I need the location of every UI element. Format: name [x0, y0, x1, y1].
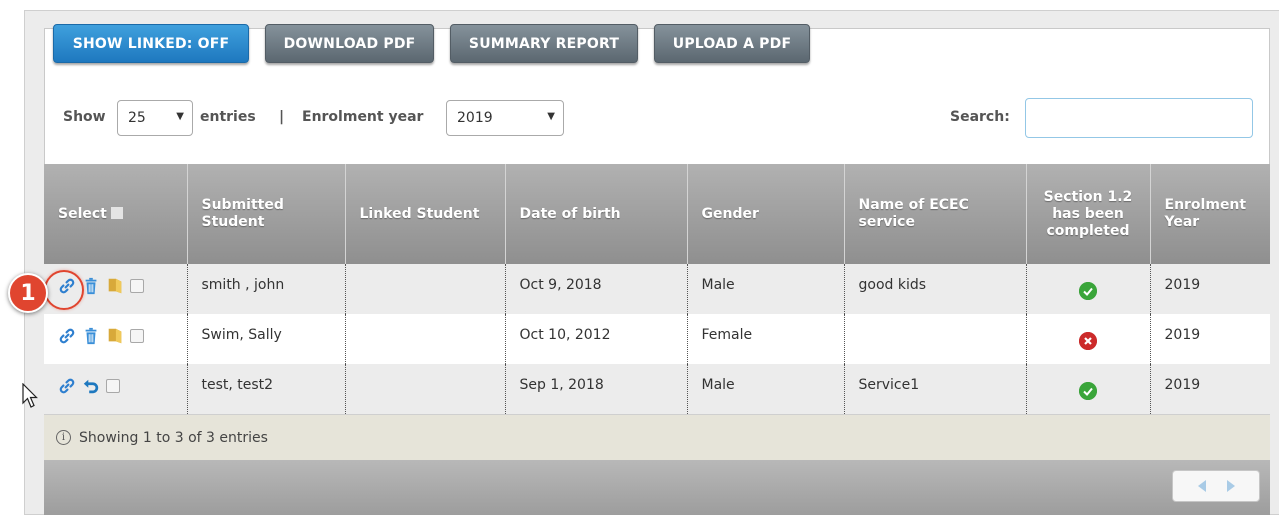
table-info-text: Showing 1 to 3 of 3 entries — [79, 429, 268, 446]
column-header-select[interactable]: Select — [44, 164, 188, 264]
select-all-checkbox[interactable] — [110, 206, 123, 219]
search-input[interactable] — [1025, 98, 1253, 138]
section-completed-cell — [1026, 314, 1151, 364]
students-table: Select Submitted Student Linked Student … — [44, 164, 1270, 414]
gender-cell: Male — [687, 264, 845, 314]
trash-icon[interactable] — [82, 327, 100, 345]
check-circle-icon — [1079, 382, 1097, 400]
column-header-submitted-student[interactable]: Submitted Student — [187, 164, 346, 264]
ecec-service-cell: good kids — [844, 264, 1027, 314]
pagination-controls — [1172, 470, 1260, 502]
select-header-label: Select — [58, 205, 107, 222]
table-row: test, test2 Sep 1, 2018 Male Service1 20… — [44, 364, 1270, 414]
row-actions — [44, 364, 188, 414]
callout-highlight-ring — [44, 270, 84, 310]
section-completed-cell — [1026, 264, 1151, 314]
undo-icon[interactable] — [82, 377, 100, 395]
link-icon[interactable] — [58, 327, 76, 345]
table-row: smith , john Oct 9, 2018 Male good kids … — [44, 264, 1270, 314]
submitted-student-cell: Swim, Sally — [187, 314, 346, 364]
folder-icon[interactable] — [106, 277, 124, 295]
entries-select-value: 25 — [128, 110, 146, 126]
download-pdf-button[interactable]: DOWNLOAD PDF — [265, 24, 434, 63]
upload-pdf-button[interactable]: UPLOAD A PDF — [654, 24, 810, 63]
table-controls: Show 25 ▼ entries | Enrolment year 2019 … — [44, 98, 1270, 138]
table-header-row: Select Submitted Student Linked Student … — [44, 164, 1270, 264]
column-header-enrolment-year[interactable]: Enrolment Year — [1150, 164, 1270, 264]
summary-report-button[interactable]: SUMMARY REPORT — [450, 24, 638, 63]
enrolment-year-cell: 2019 — [1150, 264, 1270, 314]
info-icon: i — [56, 430, 71, 445]
controls-separator: | — [279, 109, 285, 125]
enrolment-year-label: Enrolment year — [302, 109, 424, 125]
column-header-gender[interactable]: Gender — [687, 164, 845, 264]
check-circle-icon — [1079, 282, 1097, 300]
row-checkbox[interactable] — [130, 279, 144, 293]
gender-cell: Female — [687, 314, 845, 364]
linked-student-cell — [345, 364, 506, 414]
show-linked-button[interactable]: SHOW LINKED: OFF — [53, 24, 249, 63]
linked-student-cell — [345, 314, 506, 364]
ecec-service-cell: Service1 — [844, 364, 1027, 414]
prev-page-icon[interactable] — [1196, 479, 1208, 493]
row-checkbox[interactable] — [130, 329, 144, 343]
table-info: i Showing 1 to 3 of 3 entries — [44, 414, 1270, 460]
caret-down-icon: ▼ — [176, 111, 184, 122]
caret-down-icon: ▼ — [547, 111, 555, 122]
pagination-bar — [44, 460, 1270, 515]
search-label: Search: — [950, 109, 1010, 125]
column-header-ecec-service[interactable]: Name of ECEC service — [844, 164, 1027, 264]
entries-label: entries — [200, 109, 256, 125]
section-completed-cell — [1026, 364, 1151, 414]
entries-select[interactable]: 25 ▼ — [117, 100, 193, 136]
date-of-birth-cell: Oct 10, 2012 — [505, 314, 688, 364]
row-actions — [44, 314, 188, 364]
gender-cell: Male — [687, 364, 845, 414]
error-circle-icon — [1079, 332, 1097, 350]
date-of-birth-cell: Sep 1, 2018 — [505, 364, 688, 414]
date-of-birth-cell: Oct 9, 2018 — [505, 264, 688, 314]
link-icon[interactable] — [58, 377, 76, 395]
row-checkbox[interactable] — [106, 379, 120, 393]
column-header-date-of-birth[interactable]: Date of birth — [505, 164, 688, 264]
next-page-icon[interactable] — [1225, 479, 1237, 493]
submitted-student-cell: test, test2 — [187, 364, 346, 414]
callout-badge: 1 — [8, 273, 48, 313]
submitted-student-cell: smith , john — [187, 264, 346, 314]
trash-icon[interactable] — [82, 277, 100, 295]
linked-student-cell — [345, 264, 506, 314]
mouse-cursor-icon — [22, 383, 38, 408]
table-row: Swim, Sally Oct 10, 2012 Female 2019 — [44, 314, 1270, 364]
enrolment-year-select[interactable]: 2019 ▼ — [446, 100, 564, 136]
enrolment-year-cell: 2019 — [1150, 314, 1270, 364]
folder-icon[interactable] — [106, 327, 124, 345]
show-label: Show — [63, 109, 106, 125]
ecec-service-cell — [844, 314, 1027, 364]
enrolment-year-value: 2019 — [457, 110, 493, 126]
column-header-section-completed[interactable]: Section 1.2 has been completed — [1026, 164, 1151, 264]
enrolment-year-cell: 2019 — [1150, 364, 1270, 414]
column-header-linked-student[interactable]: Linked Student — [345, 164, 506, 264]
